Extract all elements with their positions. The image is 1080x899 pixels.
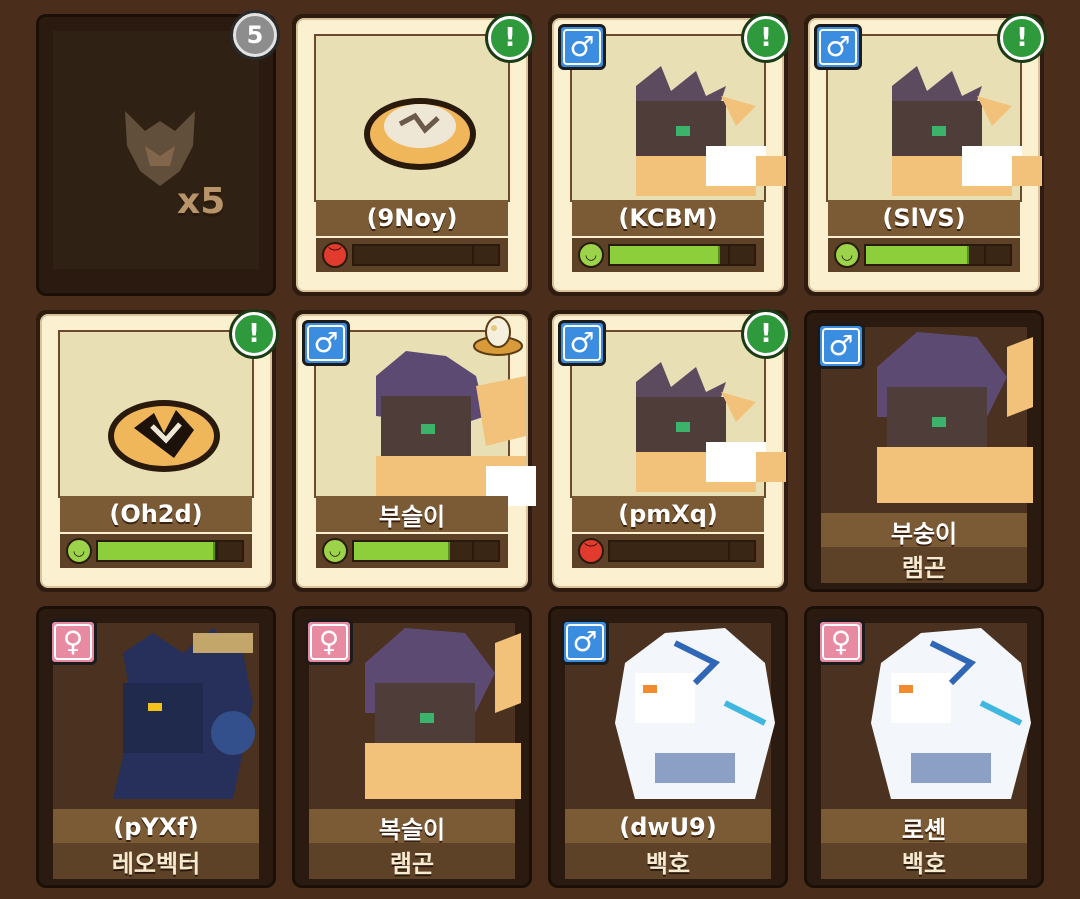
male-gender-icon: ♂ [558,24,606,70]
card-egg-9noy[interactable]: (9Noy) ︶ ! [292,14,532,296]
card-frame: (Oh2d) ◡ [40,314,272,588]
leovector-dragon-icon [113,628,255,799]
mood-track [96,540,244,562]
card-egg-oh2d[interactable]: (Oh2d) ◡ ! [36,310,276,592]
white-tiger-icon [615,628,775,799]
creature-name-label: (Oh2d) [60,496,252,532]
creature-name-label: 부숭이 [821,513,1027,549]
lamgon-baby-dragon-icon [636,362,786,492]
card-creature-pmxq[interactable]: (pmXq) ︶ ♂ ! [548,310,788,592]
mood-track [608,540,756,562]
card-egg-stack[interactable]: x5 5 [36,13,277,296]
species-label: 램곤 [309,843,515,879]
happy-face-icon: ◡ [834,242,860,268]
card-creature-buseuli[interactable]: 부슬이 ◡ ♂ [292,310,536,592]
alert-icon[interactable]: ! [488,16,532,60]
creature-name-label: 로셴 [821,809,1027,845]
angry-face-icon: ︶ [322,242,348,268]
happy-face-icon: ◡ [322,538,348,564]
card-creature-busungi[interactable]: 부숭이 램곤 ♂ [804,310,1044,592]
card-creature-bokseuli[interactable]: 복슬이 램곤 ♀ [292,606,532,888]
card-art [314,34,510,202]
alert-icon[interactable]: ! [744,16,788,60]
species-label: 레오벡터 [53,843,259,879]
male-gender-icon: ♂ [817,323,865,369]
lamgon-baby-dragon-icon [892,66,1042,196]
mood-bar: ◡ [828,238,1020,272]
species-label: 백호 [565,843,771,879]
creature-name-label: (9Noy) [316,200,508,236]
card-art [58,330,254,498]
creature-name-label: (KCBM) [572,200,764,236]
card-creature-slvs[interactable]: (SlVS) ◡ ♂ ! [804,14,1044,296]
creature-name-label: (pmXq) [572,496,764,532]
count-badge: 5 [233,13,277,57]
card-creature-rosyen[interactable]: 로셴 백호 ♀ [804,606,1044,888]
male-gender-icon: ♂ [814,24,862,70]
male-gender-icon: ♂ [561,619,609,665]
card-art: x5 [53,31,259,269]
creature-name-label: 복슬이 [309,809,515,845]
hatching-egg-icon [108,400,220,472]
female-gender-icon: ♀ [305,619,353,665]
species-label: 백호 [821,843,1027,879]
mood-fill [610,246,720,264]
alert-icon[interactable]: ! [744,312,788,356]
card-creature-dwu9[interactable]: (dwU9) 백호 ♂ [548,606,788,888]
female-gender-icon: ♀ [817,619,865,665]
mood-track [352,244,500,266]
mood-bar: ︶ [316,238,508,272]
lamgon-dragon-icon [376,351,536,506]
card-frame: (9Noy) ︶ [296,18,528,292]
lamgon-baby-dragon-icon [636,66,786,196]
mood-track [608,244,756,266]
lamgon-dragon-icon [877,332,1033,503]
mood-track [352,540,500,562]
stack-quantity-label: x5 [177,181,226,222]
species-label: 램곤 [821,547,1027,583]
creature-name-label: (dwU9) [565,809,771,845]
egg-nest-icon [473,316,523,356]
mood-fill [98,542,216,560]
cracked-egg-icon [364,98,476,170]
card-creature-pyxf[interactable]: (pYXf) 레오벡터 ♀ [36,606,276,888]
male-gender-icon: ♂ [302,320,350,366]
mood-bar: ◡ [316,534,508,568]
female-gender-icon: ♀ [49,619,97,665]
dragon-head-silhouette-icon [125,111,195,186]
male-gender-icon: ♂ [558,320,606,366]
alert-icon[interactable]: ! [232,312,276,356]
creature-name-label: 부슬이 [316,496,508,532]
card-creature-kcbm[interactable]: (KCBM) ◡ ♂ ! [548,14,788,296]
white-tiger-icon [871,628,1031,799]
mood-bar: ︶ [572,534,764,568]
mood-bar: ◡ [60,534,252,568]
happy-face-icon: ◡ [578,242,604,268]
mood-track [864,244,1012,266]
alert-icon[interactable]: ! [1000,16,1044,60]
mood-bar: ◡ [572,238,764,272]
creature-name-label: (SlVS) [828,200,1020,236]
mood-fill [354,542,450,560]
mood-fill [866,246,969,264]
creature-grid: x5 5 (9Noy) ︶ ! (KCBM) ◡ ♂ ! (SlVS) ◡ ♂ … [0,0,1080,899]
happy-face-icon: ◡ [66,538,92,564]
lamgon-dragon-icon [365,628,521,799]
angry-face-icon: ︶ [578,538,604,564]
creature-name-label: (pYXf) [53,809,259,845]
